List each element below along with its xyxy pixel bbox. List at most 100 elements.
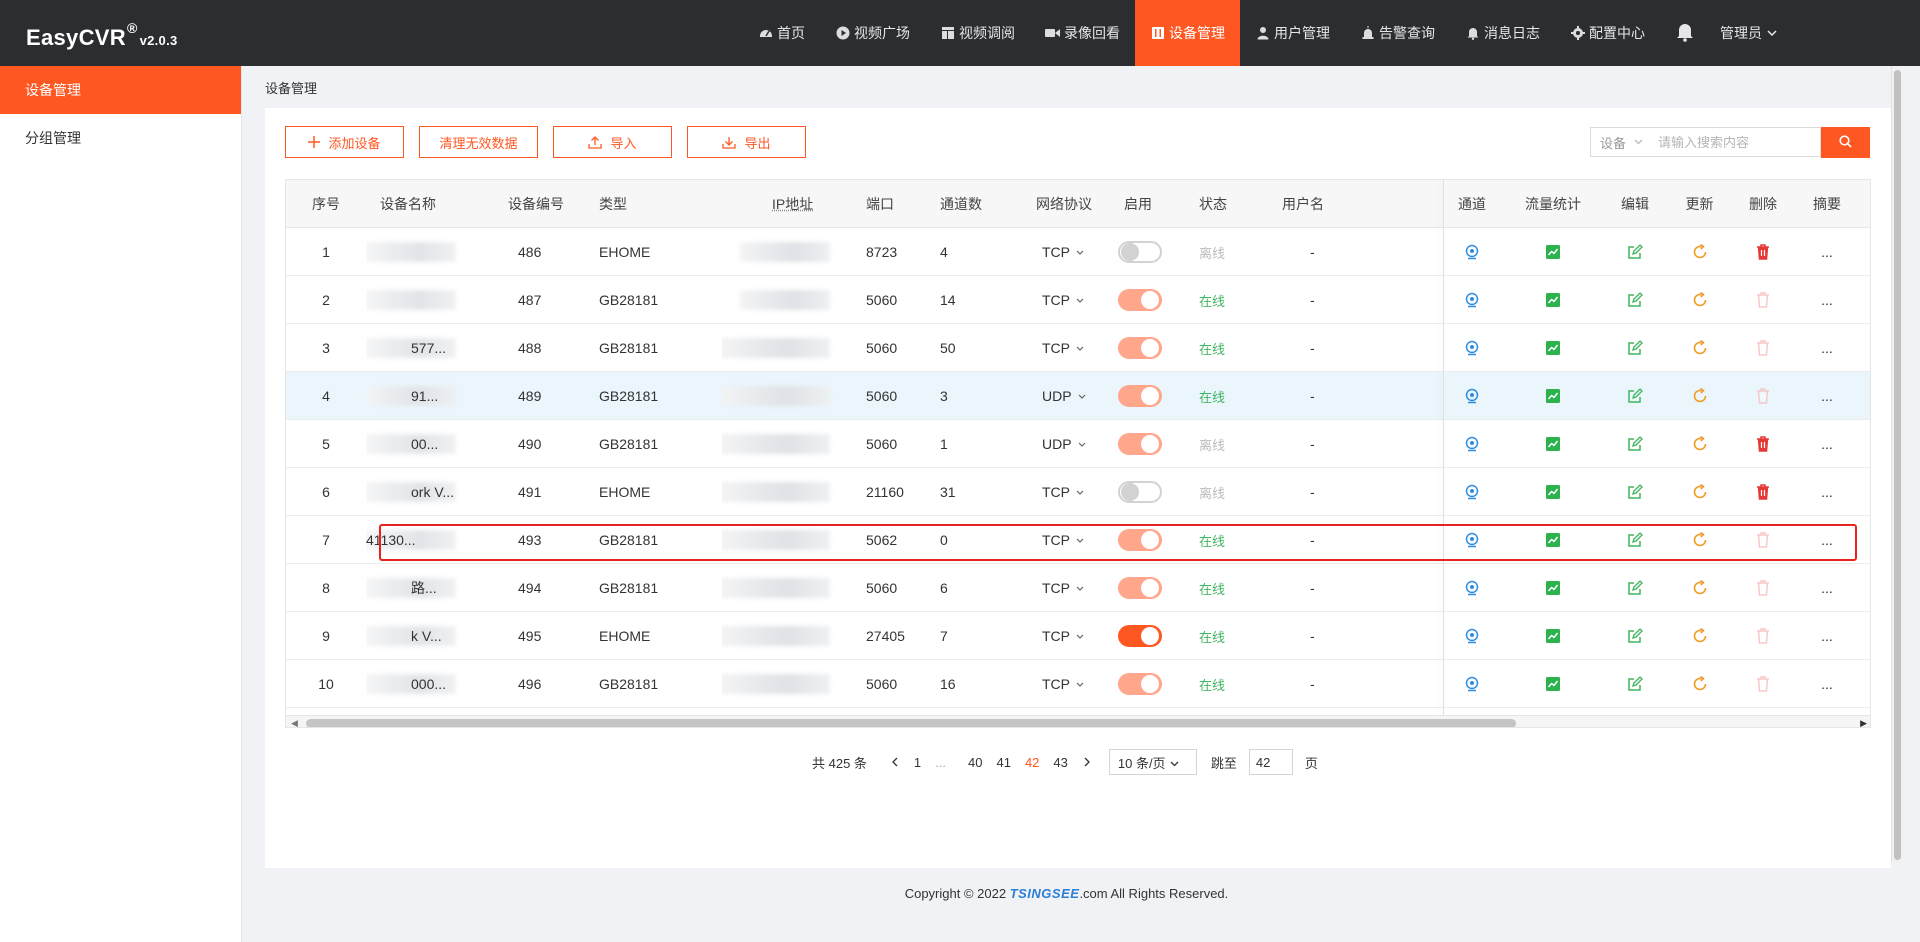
prev-page-button[interactable] (883, 755, 907, 770)
channel-icon[interactable] (1464, 436, 1480, 452)
page-scrollbar[interactable] (1891, 66, 1902, 862)
nav-home[interactable]: 首页 (743, 0, 820, 66)
app-logo[interactable]: EasyCVR®v2.0.3 (26, 20, 178, 51)
edit-icon[interactable] (1627, 628, 1643, 644)
enable-toggle[interactable] (1118, 481, 1162, 503)
channel-icon[interactable] (1464, 580, 1480, 596)
traffic-stats-icon[interactable] (1546, 389, 1560, 403)
search-button[interactable] (1821, 127, 1870, 158)
delete-icon[interactable] (1756, 244, 1770, 260)
page-ellipsis[interactable]: ... (928, 755, 953, 770)
traffic-stats-icon[interactable] (1546, 581, 1560, 595)
summary-more[interactable]: ... (1821, 484, 1833, 500)
delete-icon[interactable] (1756, 436, 1770, 452)
summary-more[interactable]: ... (1821, 580, 1833, 596)
refresh-icon[interactable] (1692, 388, 1708, 404)
protocol-select[interactable]: TCP (1023, 244, 1084, 260)
channel-icon[interactable] (1464, 292, 1480, 308)
edit-icon[interactable] (1627, 532, 1643, 548)
traffic-stats-icon[interactable] (1546, 485, 1560, 499)
traffic-stats-icon[interactable] (1546, 533, 1560, 547)
sidebar-item-device-management[interactable]: 设备管理 (0, 66, 241, 114)
table-row[interactable]: 1 486 EHOME 8723 4 TCP 离线 -... (286, 228, 1870, 276)
table-row[interactable]: 3 577... 488 GB28181 5060 50 TCP 在线 -... (286, 324, 1870, 372)
tsingsee-brand[interactable]: TSINGSEE (1010, 886, 1080, 901)
add-device-button[interactable]: 添加设备 (285, 126, 404, 158)
refresh-icon[interactable] (1692, 628, 1708, 644)
clean-invalid-data-button[interactable]: 清理无效数据 (419, 126, 538, 158)
protocol-select[interactable]: TCP (1023, 532, 1084, 548)
page-1-button[interactable]: 1 (907, 755, 928, 770)
enable-toggle[interactable] (1118, 337, 1162, 359)
page-size-select[interactable]: 10 条/页 (1108, 749, 1197, 775)
refresh-icon[interactable] (1692, 532, 1708, 548)
page-42-button[interactable]: 42 (1018, 755, 1046, 770)
nav-user-management[interactable]: 用户管理 (1240, 0, 1345, 66)
nav-video-review[interactable]: 视频调阅 (925, 0, 1030, 66)
page-40-button[interactable]: 40 (961, 755, 989, 770)
protocol-select[interactable]: TCP (1023, 340, 1084, 356)
traffic-stats-icon[interactable] (1546, 677, 1560, 691)
table-row[interactable]: 6 ork V... 491 EHOME 21160 31 TCP 离线 -... (286, 468, 1870, 516)
scroll-left-arrow-icon[interactable]: ◀ (291, 718, 298, 727)
nav-video-square[interactable]: 视频广场 (820, 0, 925, 66)
enable-toggle[interactable] (1118, 433, 1162, 455)
protocol-select[interactable]: UDP (1023, 388, 1086, 404)
table-row[interactable]: 2 487 GB28181 5060 14 TCP 在线 -... (286, 276, 1870, 324)
admin-menu[interactable]: 管理员 (1710, 0, 1795, 66)
search-type-select[interactable]: 设备 (1590, 127, 1649, 157)
export-button[interactable]: 导出 (687, 126, 806, 158)
jump-page-input[interactable] (1248, 749, 1293, 775)
refresh-icon[interactable] (1692, 676, 1708, 692)
horizontal-scrollbar-thumb[interactable] (306, 719, 1516, 727)
traffic-stats-icon[interactable] (1546, 629, 1560, 643)
traffic-stats-icon[interactable] (1546, 341, 1560, 355)
traffic-stats-icon[interactable] (1546, 437, 1560, 451)
page-43-button[interactable]: 43 (1046, 755, 1074, 770)
edit-icon[interactable] (1627, 580, 1643, 596)
refresh-icon[interactable] (1692, 580, 1708, 596)
nav-alarm-query[interactable]: 告警查询 (1345, 0, 1450, 66)
edit-icon[interactable] (1627, 340, 1643, 356)
edit-icon[interactable] (1627, 388, 1643, 404)
protocol-select[interactable]: TCP (1023, 580, 1084, 596)
edit-icon[interactable] (1627, 436, 1643, 452)
summary-more[interactable]: ... (1821, 340, 1833, 356)
nav-message-log[interactable]: 消息日志 (1450, 0, 1555, 66)
table-row[interactable]: 9 k V... 495 EHOME 27405 7 TCP 在线 -... (286, 612, 1870, 660)
protocol-select[interactable]: TCP (1023, 676, 1084, 692)
page-scrollbar-thumb[interactable] (1894, 70, 1901, 860)
refresh-icon[interactable] (1692, 244, 1708, 260)
protocol-select[interactable]: TCP (1023, 292, 1084, 308)
enable-toggle[interactable] (1118, 625, 1162, 647)
summary-more[interactable]: ... (1821, 244, 1833, 260)
enable-toggle[interactable] (1118, 673, 1162, 695)
scroll-right-arrow-icon[interactable]: ▶ (1860, 718, 1867, 727)
protocol-select[interactable]: UDP (1023, 436, 1086, 452)
table-horizontal-scrollbar[interactable]: ◀ ▶ (286, 715, 1870, 727)
summary-more[interactable]: ... (1821, 292, 1833, 308)
page-41-button[interactable]: 41 (989, 755, 1017, 770)
summary-more[interactable]: ... (1821, 436, 1833, 452)
table-row[interactable]: 4 91... 489 GB28181 5060 3 UDP 在线 -... (286, 372, 1870, 420)
channel-icon[interactable] (1464, 532, 1480, 548)
refresh-icon[interactable] (1692, 436, 1708, 452)
table-row[interactable]: 10 000... 496 GB28181 5060 16 TCP 在线 -... (286, 660, 1870, 708)
channel-icon[interactable] (1464, 628, 1480, 644)
next-page-button[interactable] (1075, 755, 1099, 770)
summary-more[interactable]: ... (1821, 676, 1833, 692)
traffic-stats-icon[interactable] (1546, 245, 1560, 259)
table-row[interactable]: 8 路... 494 GB28181 5060 6 TCP 在线 -... (286, 564, 1870, 612)
channel-icon[interactable] (1464, 340, 1480, 356)
delete-icon[interactable] (1756, 484, 1770, 500)
summary-more[interactable]: ... (1821, 628, 1833, 644)
enable-toggle[interactable] (1118, 529, 1162, 551)
channel-icon[interactable] (1464, 484, 1480, 500)
channel-icon[interactable] (1464, 244, 1480, 260)
summary-more[interactable]: ... (1821, 532, 1833, 548)
nav-device-management[interactable]: 设备管理 (1135, 0, 1240, 66)
nav-playback[interactable]: 录像回看 (1030, 0, 1135, 66)
refresh-icon[interactable] (1692, 292, 1708, 308)
channel-icon[interactable] (1464, 676, 1480, 692)
edit-icon[interactable] (1627, 484, 1643, 500)
